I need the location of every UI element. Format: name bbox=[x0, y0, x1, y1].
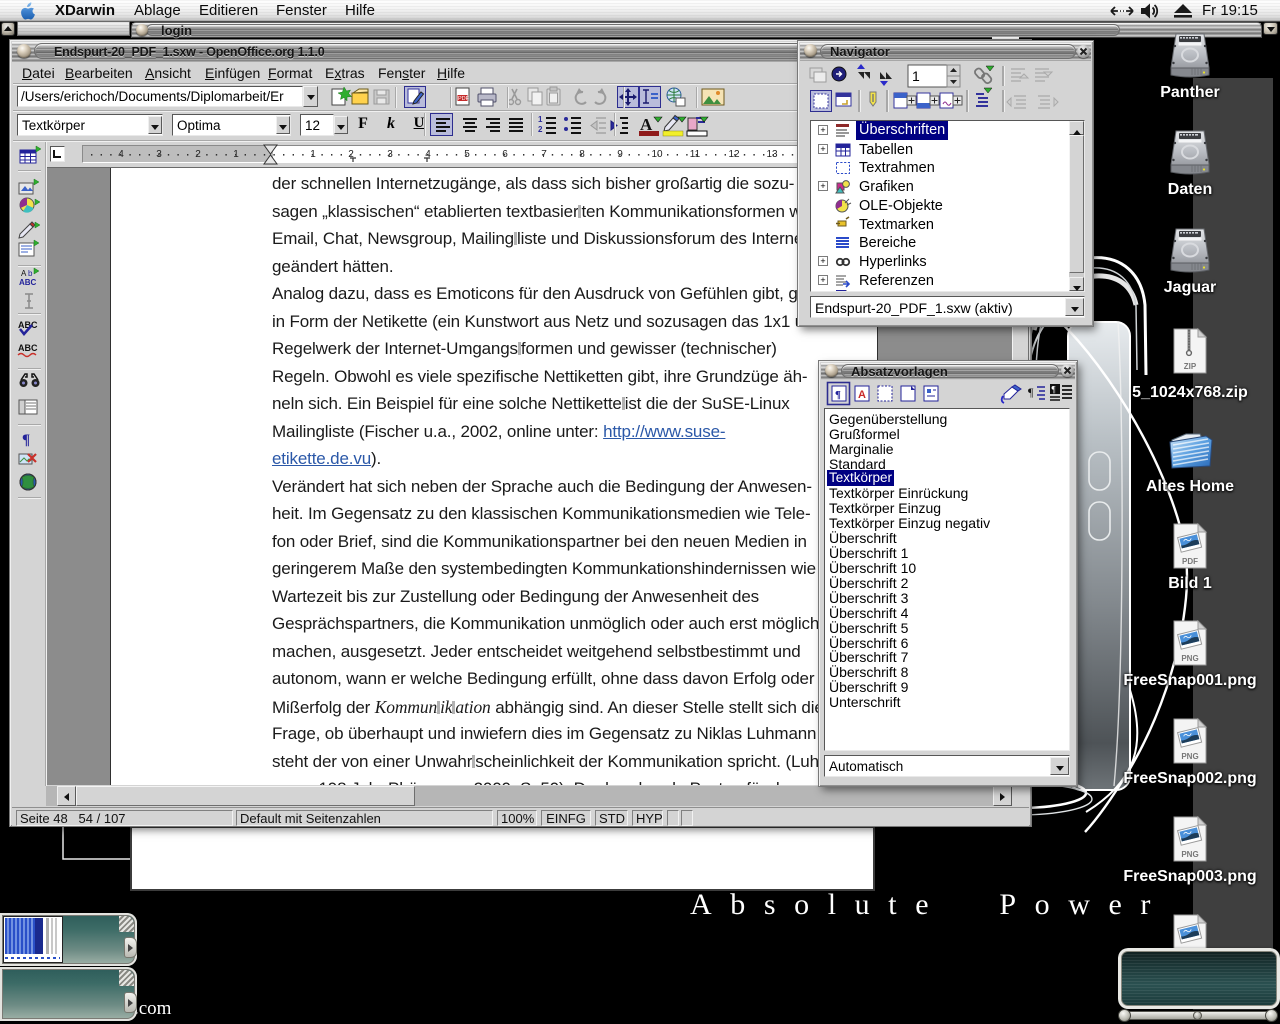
svg-text:ABC: ABC bbox=[19, 278, 37, 287]
svg-text:1: 1 bbox=[912, 68, 920, 84]
svg-text:A: A bbox=[858, 389, 866, 401]
svg-text:A: A bbox=[21, 269, 27, 278]
svg-text:b: b bbox=[28, 269, 33, 278]
svg-text:ABC: ABC bbox=[18, 343, 38, 353]
svg-text:¶: ¶ bbox=[1028, 385, 1034, 399]
svg-text:¶: ¶ bbox=[835, 389, 841, 401]
svg-text:PNG: PNG bbox=[1181, 850, 1198, 859]
svg-text:1: 1 bbox=[538, 115, 543, 124]
svg-text:PDF: PDF bbox=[458, 96, 470, 102]
svg-text:PDF: PDF bbox=[1182, 557, 1198, 566]
svg-text:¶: ¶ bbox=[22, 432, 30, 448]
svg-text:ZIP: ZIP bbox=[1184, 362, 1197, 371]
svg-text:¶: ¶ bbox=[1052, 385, 1056, 395]
svg-text:PNG: PNG bbox=[1181, 752, 1198, 761]
svg-text:2: 2 bbox=[538, 125, 543, 134]
svg-text:PNG: PNG bbox=[1181, 654, 1198, 663]
